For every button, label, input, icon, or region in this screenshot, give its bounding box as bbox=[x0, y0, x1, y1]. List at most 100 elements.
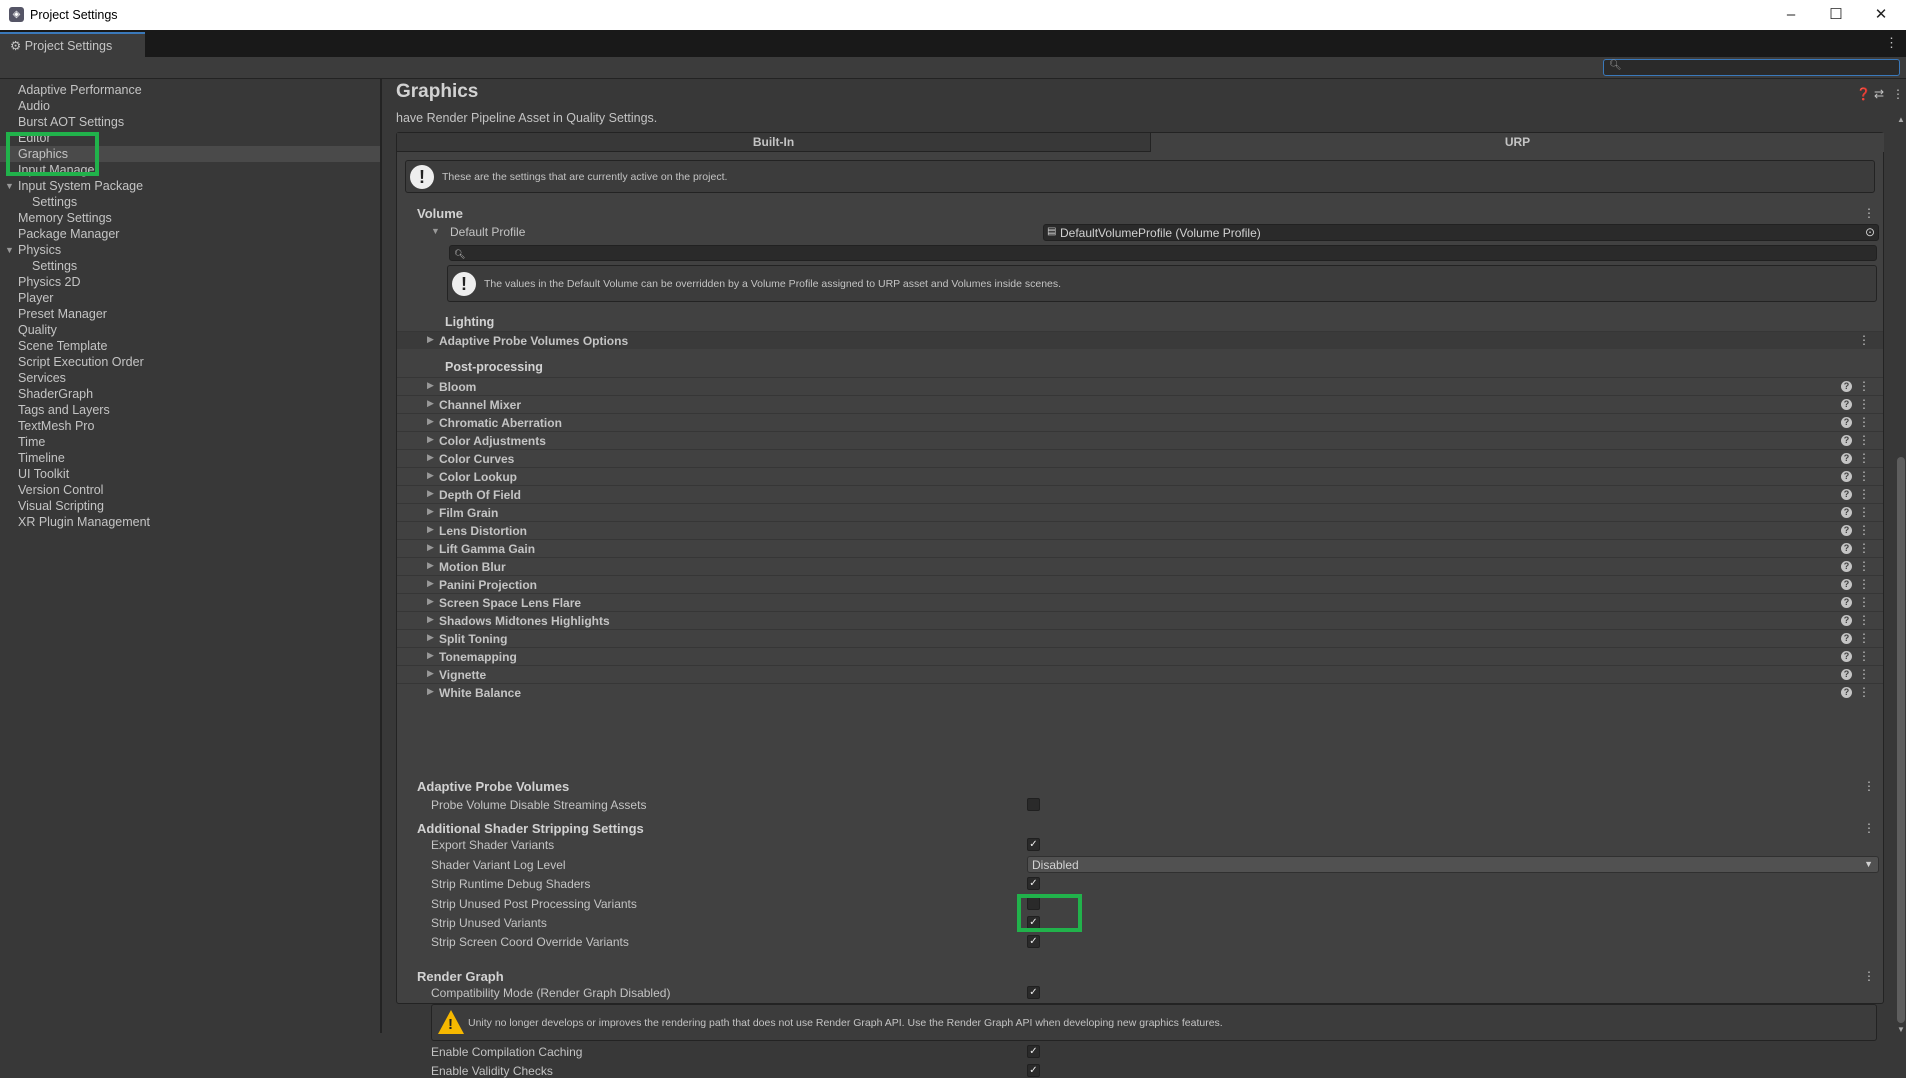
post-processing-item[interactable]: ▶ Color Lookup? ⋮ bbox=[397, 467, 1883, 485]
sidebar-item[interactable]: UI Toolkit bbox=[0, 466, 380, 482]
expand-arrow-icon[interactable]: ▶ bbox=[427, 578, 434, 589]
sidebar-item[interactable]: Services bbox=[0, 370, 380, 386]
item-menu-icon[interactable]: ⋮ bbox=[1858, 379, 1870, 393]
item-menu-icon[interactable]: ⋮ bbox=[1858, 415, 1870, 429]
help-icon[interactable]: ? bbox=[1841, 615, 1852, 626]
vertical-scrollbar[interactable]: ▲ ▼ bbox=[1896, 115, 1906, 1034]
post-processing-item[interactable]: ▶ Film Grain? ⋮ bbox=[397, 503, 1883, 521]
expand-arrow-icon[interactable]: ▶ bbox=[427, 686, 434, 697]
item-menu-icon[interactable]: ⋮ bbox=[1858, 505, 1870, 519]
more-menu-icon[interactable]: ⋮ bbox=[1892, 87, 1904, 101]
tab-urp[interactable]: URP bbox=[1151, 133, 1884, 152]
help-icon[interactable]: ? bbox=[1841, 543, 1852, 554]
apv-menu-icon[interactable]: ⋮ bbox=[1863, 779, 1875, 793]
sidebar-item[interactable]: Physics 2D bbox=[0, 274, 380, 290]
tab-menu-icon[interactable]: ⋮ bbox=[1885, 35, 1898, 51]
render-graph-menu-icon[interactable]: ⋮ bbox=[1863, 969, 1875, 983]
post-processing-item[interactable]: ▶ Vignette? ⋮ bbox=[397, 665, 1883, 683]
expand-arrow-icon[interactable]: ▶ bbox=[427, 542, 434, 553]
sidebar-item[interactable]: Time bbox=[0, 434, 380, 450]
expand-arrow-icon[interactable]: ▶ bbox=[427, 650, 434, 661]
sidebar-item[interactable]: ▼ Input System Package bbox=[0, 178, 380, 194]
scrollbar-thumb[interactable] bbox=[1897, 457, 1905, 1023]
sidebar-item[interactable]: Adaptive Performance bbox=[0, 82, 380, 98]
sidebar-item[interactable]: XR Plugin Management bbox=[0, 514, 380, 530]
expand-arrow-icon[interactable]: ▶ bbox=[427, 596, 434, 607]
post-processing-item[interactable]: ▶ Chromatic Aberration? ⋮ bbox=[397, 413, 1883, 431]
sidebar-item[interactable]: Version Control bbox=[0, 482, 380, 498]
help-icon[interactable]: ? bbox=[1841, 651, 1852, 662]
help-icon[interactable]: ? bbox=[1841, 687, 1852, 698]
sidebar-item[interactable]: Memory Settings bbox=[0, 210, 380, 226]
help-icon[interactable]: ❓ bbox=[1856, 87, 1871, 101]
item-menu-icon[interactable]: ⋮ bbox=[1858, 433, 1870, 447]
scroll-up-icon[interactable]: ▲ bbox=[1897, 115, 1905, 124]
expand-arrow-icon[interactable]: ▶ bbox=[427, 506, 434, 517]
volume-menu-icon[interactable]: ⋮ bbox=[1863, 206, 1875, 220]
help-icon[interactable]: ? bbox=[1841, 525, 1852, 536]
volume-search-input[interactable]: 🔍︎ bbox=[449, 245, 1877, 261]
help-icon[interactable]: ? bbox=[1841, 417, 1852, 428]
sidebar-item[interactable]: Script Execution Order bbox=[0, 354, 380, 370]
minimize-button[interactable]: – bbox=[1776, 4, 1806, 26]
default-profile-field[interactable]: ▤ DefaultVolumeProfile (Volume Profile) … bbox=[1043, 224, 1879, 241]
post-processing-item[interactable]: ▶ Split Toning? ⋮ bbox=[397, 629, 1883, 647]
help-icon[interactable]: ? bbox=[1841, 399, 1852, 410]
sidebar-item[interactable]: Visual Scripting bbox=[0, 498, 380, 514]
post-processing-item[interactable]: ▶ Color Adjustments? ⋮ bbox=[397, 431, 1883, 449]
item-menu-icon[interactable]: ⋮ bbox=[1858, 595, 1870, 609]
help-icon[interactable]: ? bbox=[1841, 453, 1852, 464]
help-icon[interactable]: ? bbox=[1841, 381, 1852, 392]
setting-checkbox[interactable]: ✓ bbox=[1027, 1045, 1040, 1058]
help-icon[interactable]: ? bbox=[1841, 471, 1852, 482]
maximize-button[interactable]: ☐ bbox=[1821, 4, 1851, 26]
sidebar-item[interactable]: ShaderGraph bbox=[0, 386, 380, 402]
help-icon[interactable]: ? bbox=[1841, 669, 1852, 680]
post-processing-item[interactable]: ▶ Bloom? ⋮ bbox=[397, 377, 1883, 395]
sidebar-item[interactable]: Scene Template bbox=[0, 338, 380, 354]
expand-arrow-icon[interactable]: ▼ bbox=[5, 242, 14, 258]
post-processing-item[interactable]: ▶ Lens Distortion? ⋮ bbox=[397, 521, 1883, 539]
expand-arrow-icon[interactable]: ▶ bbox=[427, 614, 434, 625]
sidebar-item[interactable]: Player bbox=[0, 290, 380, 306]
item-menu-icon[interactable]: ⋮ bbox=[1858, 667, 1870, 681]
help-icon[interactable]: ? bbox=[1841, 507, 1852, 518]
item-menu-icon[interactable]: ⋮ bbox=[1858, 559, 1870, 573]
presets-icon[interactable]: ⇄ bbox=[1874, 87, 1884, 101]
expand-arrow-icon[interactable]: ▶ bbox=[427, 668, 434, 679]
post-processing-item[interactable]: ▶ Motion Blur? ⋮ bbox=[397, 557, 1883, 575]
object-picker-icon[interactable]: ⊙ bbox=[1865, 225, 1875, 239]
post-processing-item[interactable]: ▶ Shadows Midtones Highlights? ⋮ bbox=[397, 611, 1883, 629]
expand-arrow-icon[interactable]: ▶ bbox=[427, 398, 434, 409]
help-icon[interactable]: ? bbox=[1841, 489, 1852, 500]
help-icon[interactable]: ? bbox=[1841, 435, 1852, 446]
close-button[interactable]: ✕ bbox=[1866, 4, 1896, 26]
expand-arrow-icon[interactable]: ▶ bbox=[427, 560, 434, 571]
post-processing-item[interactable]: ▶ Channel Mixer? ⋮ bbox=[397, 395, 1883, 413]
sidebar-item[interactable]: Tags and Layers bbox=[0, 402, 380, 418]
item-menu-icon[interactable]: ⋮ bbox=[1858, 469, 1870, 483]
sidebar-item[interactable]: Audio bbox=[0, 98, 380, 114]
setting-checkbox[interactable]: ✓ bbox=[1027, 877, 1040, 890]
settings-search-input[interactable]: 🔍︎ bbox=[1603, 59, 1900, 76]
item-menu-icon[interactable]: ⋮ bbox=[1858, 631, 1870, 645]
post-processing-item[interactable]: ▶ Color Curves? ⋮ bbox=[397, 449, 1883, 467]
sidebar-item[interactable]: Settings bbox=[0, 258, 380, 274]
expand-arrow-icon[interactable]: ▼ bbox=[5, 178, 14, 194]
expand-arrow-icon[interactable]: ▶ bbox=[427, 380, 434, 391]
sidebar-item[interactable]: Preset Manager bbox=[0, 306, 380, 322]
item-menu-icon[interactable]: ⋮ bbox=[1858, 541, 1870, 555]
stripping-menu-icon[interactable]: ⋮ bbox=[1863, 821, 1875, 835]
probe-volume-streaming-checkbox[interactable] bbox=[1027, 798, 1040, 811]
sidebar-item[interactable]: Quality bbox=[0, 322, 380, 338]
item-menu-icon[interactable]: ⋮ bbox=[1858, 685, 1870, 699]
help-icon[interactable]: ? bbox=[1841, 579, 1852, 590]
help-icon[interactable]: ? bbox=[1841, 633, 1852, 644]
expand-arrow-icon[interactable]: ▶ bbox=[427, 334, 434, 345]
compatibility-mode-checkbox[interactable]: ✓ bbox=[1027, 986, 1040, 999]
item-menu-icon[interactable]: ⋮ bbox=[1858, 523, 1870, 537]
help-icon[interactable]: ? bbox=[1841, 561, 1852, 572]
shader-log-level-dropdown[interactable]: Disabled ▼ bbox=[1027, 856, 1879, 873]
item-menu-icon[interactable]: ⋮ bbox=[1858, 397, 1870, 411]
setting-checkbox[interactable]: ✓ bbox=[1027, 838, 1040, 851]
